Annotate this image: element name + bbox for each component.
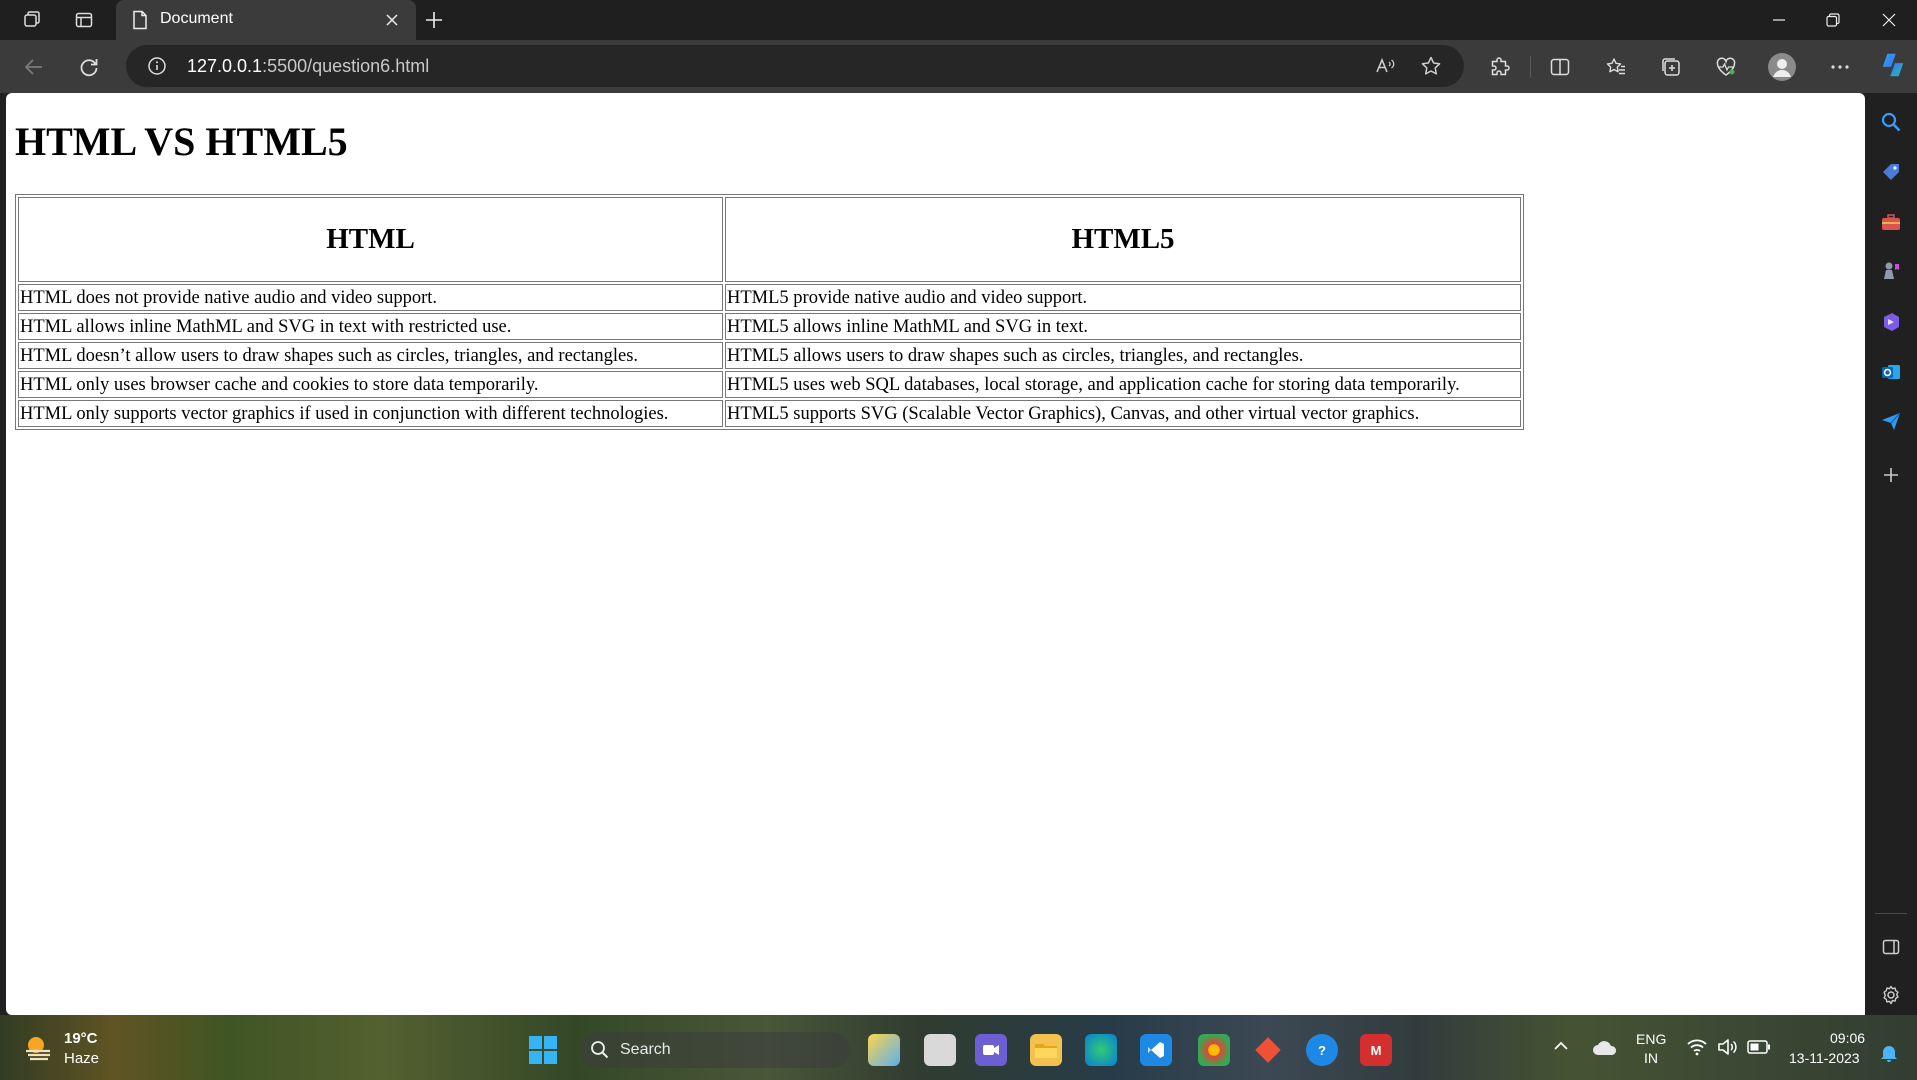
favorite-star-icon[interactable] <box>1416 51 1446 81</box>
table-cell: HTML only uses browser cache and cookies… <box>18 371 723 398</box>
games-icon[interactable] <box>1876 256 1906 286</box>
minimize-icon[interactable] <box>1751 0 1807 40</box>
language-indicator[interactable]: ENG <box>1636 1031 1666 1047</box>
notification-bell-icon[interactable] <box>1880 1043 1898 1068</box>
send-icon[interactable] <box>1876 406 1906 436</box>
table-cell: HTML5 uses web SQL databases, local stor… <box>725 371 1521 398</box>
back-icon[interactable] <box>19 52 49 82</box>
new-tab-icon[interactable] <box>420 6 448 34</box>
hide-sidebar-icon[interactable] <box>1876 932 1906 962</box>
region-indicator[interactable]: IN <box>1644 1050 1658 1066</box>
page-viewport: HTML VS HTML5 HTML HTML5 HTML does not p… <box>6 93 1865 1015</box>
toolbar-divider <box>1530 56 1531 78</box>
column-header-html5: HTML5 <box>725 197 1521 282</box>
taskbar-search-label: Search <box>620 1041 671 1058</box>
copilot-icon[interactable] <box>1878 50 1908 80</box>
toolbar: 127.0.0.1:5500/question6.html <box>0 40 1917 93</box>
extensions-icon[interactable] <box>1485 52 1515 82</box>
windows-start-icon[interactable] <box>527 1034 559 1066</box>
tab-document[interactable]: Document <box>116 0 416 40</box>
url-path: :5500/question6.html <box>262 56 430 76</box>
table-row: HTML does not provide native audio and v… <box>18 284 1521 311</box>
vscode-icon[interactable] <box>1140 1034 1172 1066</box>
table-cell: HTML doesn’t allow users to draw shapes … <box>18 342 723 369</box>
search-icon <box>590 1040 610 1065</box>
site-info-icon[interactable] <box>142 51 172 81</box>
table-row: HTML doesn’t allow users to draw shapes … <box>18 342 1521 369</box>
volume-icon[interactable] <box>1716 1037 1738 1062</box>
page-icon <box>126 6 154 34</box>
weather-temperature[interactable]: 19°C <box>64 1030 98 1047</box>
teams-chat-icon[interactable] <box>975 1034 1007 1066</box>
tab-title: Document <box>160 10 233 27</box>
git-icon[interactable] <box>1252 1034 1284 1066</box>
get-help-icon[interactable]: ? <box>1306 1034 1338 1066</box>
show-hidden-icons-chevron-up-icon[interactable] <box>1552 1039 1570 1058</box>
windows-taskbar: 19°C Haze Search ? M ENG IN 09:06 13-11-… <box>0 1015 1917 1080</box>
edge-sidebar <box>1865 93 1917 1015</box>
edge-browser-icon[interactable] <box>1085 1034 1117 1066</box>
search-icon[interactable] <box>1876 107 1906 137</box>
browser-essentials-icon[interactable] <box>1711 52 1741 82</box>
weather-condition[interactable]: Haze <box>64 1050 99 1067</box>
restore-icon[interactable] <box>1805 0 1861 40</box>
tools-briefcase-icon[interactable] <box>1876 207 1906 237</box>
tab-bar: Document <box>0 0 1917 40</box>
table-row: HTML only uses browser cache and cookies… <box>18 371 1521 398</box>
tab-actions-icon[interactable] <box>70 6 98 34</box>
table-cell: HTML5 supports SVG (Scalable Vector Grap… <box>725 400 1521 427</box>
mcafee-icon[interactable]: M <box>1360 1034 1392 1066</box>
table-header-row: HTML HTML5 <box>18 197 1521 282</box>
split-screen-icon[interactable] <box>1545 52 1575 82</box>
file-explorer-icon[interactable] <box>1030 1034 1062 1066</box>
screen: Document 127.0.0.1:5500/question6.html H… <box>0 0 1917 1080</box>
comparison-table: HTML HTML5 HTML does not provide native … <box>15 194 1524 430</box>
table-cell: HTML allows inline MathML and SVG in tex… <box>18 313 723 340</box>
more-options-icon[interactable] <box>1825 52 1855 82</box>
task-view-icon[interactable] <box>924 1034 956 1066</box>
shopping-tag-icon[interactable] <box>1876 157 1906 187</box>
close-window-icon[interactable] <box>1861 0 1917 40</box>
chrome-icon[interactable] <box>1198 1034 1230 1066</box>
url-text: 127.0.0.1:5500/question6.html <box>187 56 429 77</box>
table-cell: HTML does not provide native audio and v… <box>18 284 723 311</box>
clock-date[interactable]: 13-11-2023 <box>1789 1050 1860 1066</box>
sidebar-settings-icon[interactable] <box>1876 980 1906 1010</box>
table-cell: HTML5 allows inline MathML and SVG in te… <box>725 313 1521 340</box>
widgets-preview-icon[interactable] <box>868 1034 900 1066</box>
onedrive-cloud-icon[interactable] <box>1592 1039 1618 1062</box>
clock-time[interactable]: 09:06 <box>1830 1030 1865 1046</box>
outlook-icon[interactable] <box>1876 357 1906 387</box>
sidebar-divider <box>1875 913 1907 914</box>
favorites-icon[interactable] <box>1601 52 1631 82</box>
url-host: 127.0.0.1 <box>187 56 263 76</box>
table-cell: HTML only supports vector graphics if us… <box>18 400 723 427</box>
close-tab-icon[interactable] <box>378 6 406 34</box>
table-cell: HTML5 provide native audio and video sup… <box>725 284 1521 311</box>
workspaces-icon[interactable] <box>18 6 46 34</box>
microsoft-365-icon[interactable] <box>1876 307 1906 337</box>
add-sidebar-app-icon[interactable] <box>1876 460 1906 490</box>
wifi-icon[interactable] <box>1686 1037 1708 1062</box>
column-header-html: HTML <box>18 197 723 282</box>
battery-icon[interactable] <box>1747 1039 1771 1060</box>
table-cell: HTML5 allows users to draw shapes such a… <box>725 342 1521 369</box>
address-bar[interactable]: 127.0.0.1:5500/question6.html <box>126 45 1464 87</box>
collections-icon[interactable] <box>1656 52 1686 82</box>
read-aloud-icon[interactable] <box>1370 51 1400 81</box>
profile-avatar[interactable] <box>1767 52 1797 82</box>
refresh-icon[interactable] <box>74 52 104 82</box>
page-heading: HTML VS HTML5 <box>15 119 348 164</box>
weather-haze-icon[interactable] <box>22 1033 56 1068</box>
table-row: HTML allows inline MathML and SVG in tex… <box>18 313 1521 340</box>
table-row: HTML only supports vector graphics if us… <box>18 400 1521 427</box>
